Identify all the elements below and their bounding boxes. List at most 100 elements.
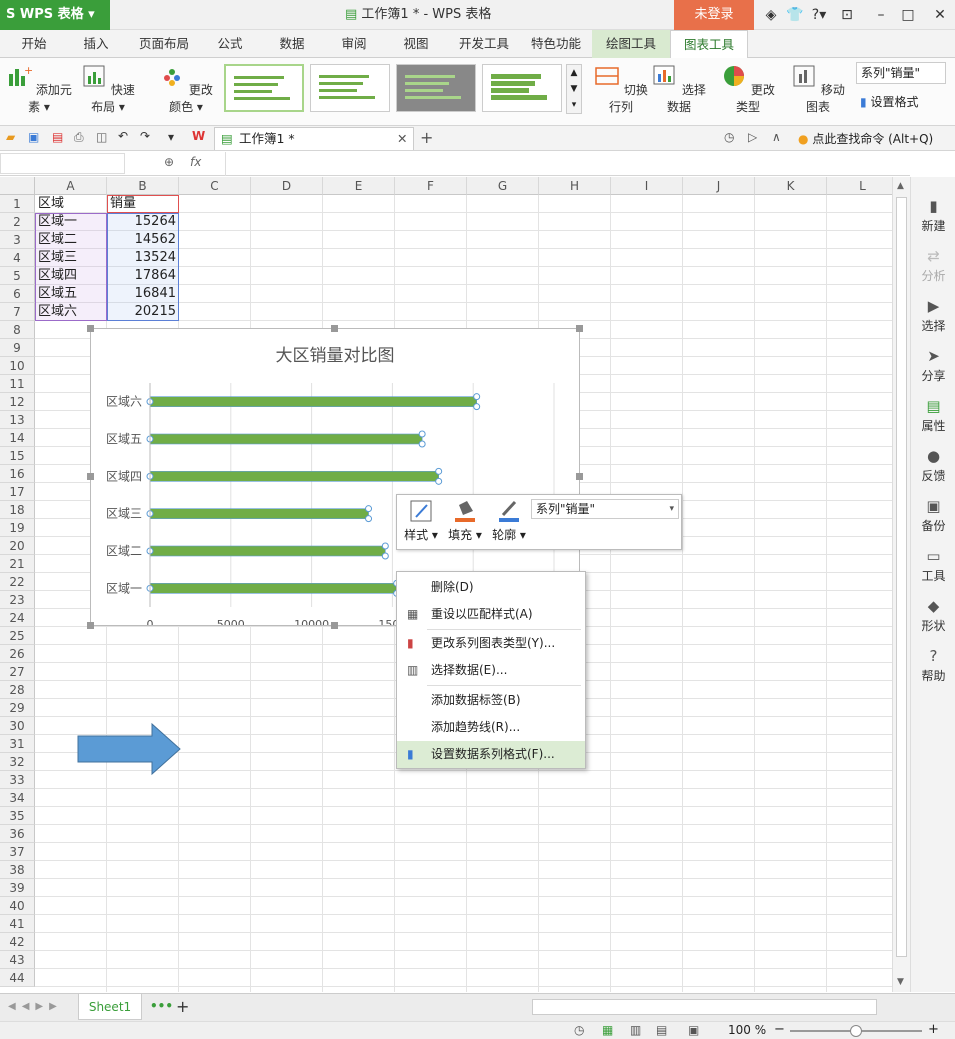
sidebar-item-1[interactable]: ▮ 新建 — [911, 185, 955, 235]
toolbar-collapse-icon[interactable]: ∧ — [772, 130, 781, 144]
tab-special[interactable]: 特色功能 — [524, 30, 588, 58]
command-search[interactable]: ● 点此查找命令 (Alt+Q) — [798, 130, 933, 147]
cell-region[interactable]: 区域一 — [38, 213, 77, 231]
column-header-C[interactable]: C — [179, 177, 251, 195]
sidebar-item-10[interactable]: ? 帮助 — [911, 635, 955, 685]
chart-style-2[interactable] — [310, 64, 390, 112]
horizontal-scrollbar[interactable] — [532, 999, 877, 1015]
row-header-43[interactable]: 43 — [0, 951, 35, 969]
series-selector[interactable]: 系列"销量" — [856, 62, 946, 84]
row-header-26[interactable]: 26 — [0, 645, 35, 663]
row-header-38[interactable]: 38 — [0, 861, 35, 879]
bar-3[interactable] — [149, 508, 369, 519]
row-header-23[interactable]: 23 — [0, 591, 35, 609]
row-header-35[interactable]: 35 — [0, 807, 35, 825]
bar-1[interactable] — [149, 583, 397, 594]
row-header-27[interactable]: 27 — [0, 663, 35, 681]
menu-item-add-trendline[interactable]: 添加趋势线(R)... — [397, 714, 585, 741]
switch-rowcol-button[interactable]: 切换行列 — [592, 62, 650, 122]
help-dropdown-icon[interactable]: ?▾ — [804, 0, 834, 30]
row-header-2[interactable]: 2 — [0, 213, 35, 231]
more-sheets-icon[interactable]: ••• — [150, 999, 173, 1013]
undo-icon[interactable]: ↶ — [118, 129, 128, 143]
sheet-nav-icons[interactable]: ◀◀▶▶ — [8, 1001, 63, 1012]
resize-handle-b[interactable] — [331, 622, 338, 629]
cell-region[interactable]: 区域六 — [38, 303, 77, 321]
row-header-33[interactable]: 33 — [0, 771, 35, 789]
column-header-F[interactable]: F — [395, 177, 467, 195]
redo-icon[interactable]: ↷ — [140, 129, 150, 143]
style-gallery-scroll[interactable]: ▲ ▼ ▾ — [566, 64, 582, 114]
resize-handle-t[interactable] — [331, 325, 338, 332]
row-header-44[interactable]: 44 — [0, 969, 35, 987]
row-header-22[interactable]: 22 — [0, 573, 35, 591]
zoom-slider-thumb[interactable] — [850, 1025, 862, 1037]
bar-selection-handle[interactable] — [435, 477, 443, 485]
resize-handle-tl[interactable] — [87, 325, 94, 332]
scroll-up-icon[interactable]: ▲ — [897, 181, 904, 191]
cell-sales[interactable]: 14562 — [107, 231, 176, 249]
column-header-A[interactable]: A — [35, 177, 107, 195]
select-all-corner[interactable] — [0, 177, 35, 195]
bar-selection-handle[interactable] — [381, 552, 389, 560]
bar-4[interactable] — [149, 471, 439, 482]
page-layout-view-icon[interactable]: ▥ — [630, 1023, 641, 1037]
cell-region[interactable]: 区域四 — [38, 267, 77, 285]
row-header-37[interactable]: 37 — [0, 843, 35, 861]
row-header-28[interactable]: 28 — [0, 681, 35, 699]
save-icon[interactable]: ▣ — [28, 130, 39, 144]
row-header-3[interactable]: 3 — [0, 231, 35, 249]
cell-sales[interactable]: 16841 — [107, 285, 176, 303]
cell-a1[interactable]: 区域 — [38, 195, 64, 213]
tab-chart-tools[interactable]: 图表工具 — [670, 30, 748, 59]
normal-view-icon[interactable]: ▦ — [602, 1023, 613, 1037]
add-element-button[interactable]: + 添加元素 ▾ — [6, 62, 72, 122]
row-header-9[interactable]: 9 — [0, 339, 35, 357]
tab-review[interactable]: 审阅 — [328, 30, 380, 58]
menu-item-add-data-label[interactable]: 添加数据标签(B) — [397, 687, 585, 714]
column-header-E[interactable]: E — [323, 177, 395, 195]
toolbar-forward-icon[interactable]: ▷ — [748, 130, 757, 144]
sidebar-item-4[interactable]: ➤ 分享 — [911, 335, 955, 385]
tab-view[interactable]: 视图 — [390, 30, 442, 58]
set-format-button[interactable]: ▮ 设置格式 — [860, 92, 918, 112]
column-header-I[interactable]: I — [611, 177, 683, 195]
menu-item-select-data[interactable]: ▥ 选择数据(E)... — [397, 657, 585, 684]
vertical-scrollbar[interactable]: ▲ ▼ — [892, 177, 910, 992]
row-header-40[interactable]: 40 — [0, 897, 35, 915]
sidebar-item-9[interactable]: ◆ 形状 — [911, 585, 955, 635]
row-header-16[interactable]: 16 — [0, 465, 35, 483]
style-button[interactable]: 样式 ▾ — [401, 499, 441, 547]
zoom-in-icon[interactable]: + — [928, 1022, 939, 1037]
row-header-4[interactable]: 4 — [0, 249, 35, 267]
cell-b1[interactable]: 销量 — [110, 195, 136, 213]
sidebar-item-5[interactable]: ▤ 属性 — [911, 385, 955, 435]
tab-formula[interactable]: 公式 — [204, 30, 256, 58]
toolbar-clock-icon[interactable]: ◷ — [724, 130, 734, 144]
print-icon[interactable]: ⎙ — [74, 130, 84, 145]
quick-layout-button[interactable]: 快速布局 ▾ — [76, 62, 140, 122]
new-tab-icon[interactable]: + — [420, 128, 433, 147]
blue-arrow-shape[interactable] — [76, 722, 184, 778]
change-color-button[interactable]: 更改颜色 ▾ — [154, 62, 218, 122]
resize-handle-r[interactable] — [576, 473, 583, 480]
bar-selection-handle[interactable] — [473, 403, 481, 411]
sidebar-item-7[interactable]: ▣ 备份 — [911, 485, 955, 535]
minimize-icon[interactable]: – — [866, 0, 896, 30]
row-header-29[interactable]: 29 — [0, 699, 35, 717]
chart-style-3[interactable] — [396, 64, 476, 112]
sheet-tab-sheet1[interactable]: Sheet1 — [78, 994, 142, 1020]
row-header-10[interactable]: 10 — [0, 357, 35, 375]
row-header-6[interactable]: 6 — [0, 285, 35, 303]
row-header-32[interactable]: 32 — [0, 753, 35, 771]
row-header-13[interactable]: 13 — [0, 411, 35, 429]
row-header-31[interactable]: 31 — [0, 735, 35, 753]
series-dropdown[interactable]: 系列"销量" ▾ — [531, 499, 679, 519]
page-break-view-icon[interactable]: ▤ — [656, 1023, 667, 1037]
bar-selection-handle[interactable] — [381, 542, 389, 550]
row-header-42[interactable]: 42 — [0, 933, 35, 951]
preview-icon[interactable]: ◫ — [96, 130, 107, 144]
row-header-19[interactable]: 19 — [0, 519, 35, 537]
bar-selection-handle[interactable] — [418, 440, 426, 448]
tab-page-layout[interactable]: 页面布局 — [132, 30, 196, 58]
